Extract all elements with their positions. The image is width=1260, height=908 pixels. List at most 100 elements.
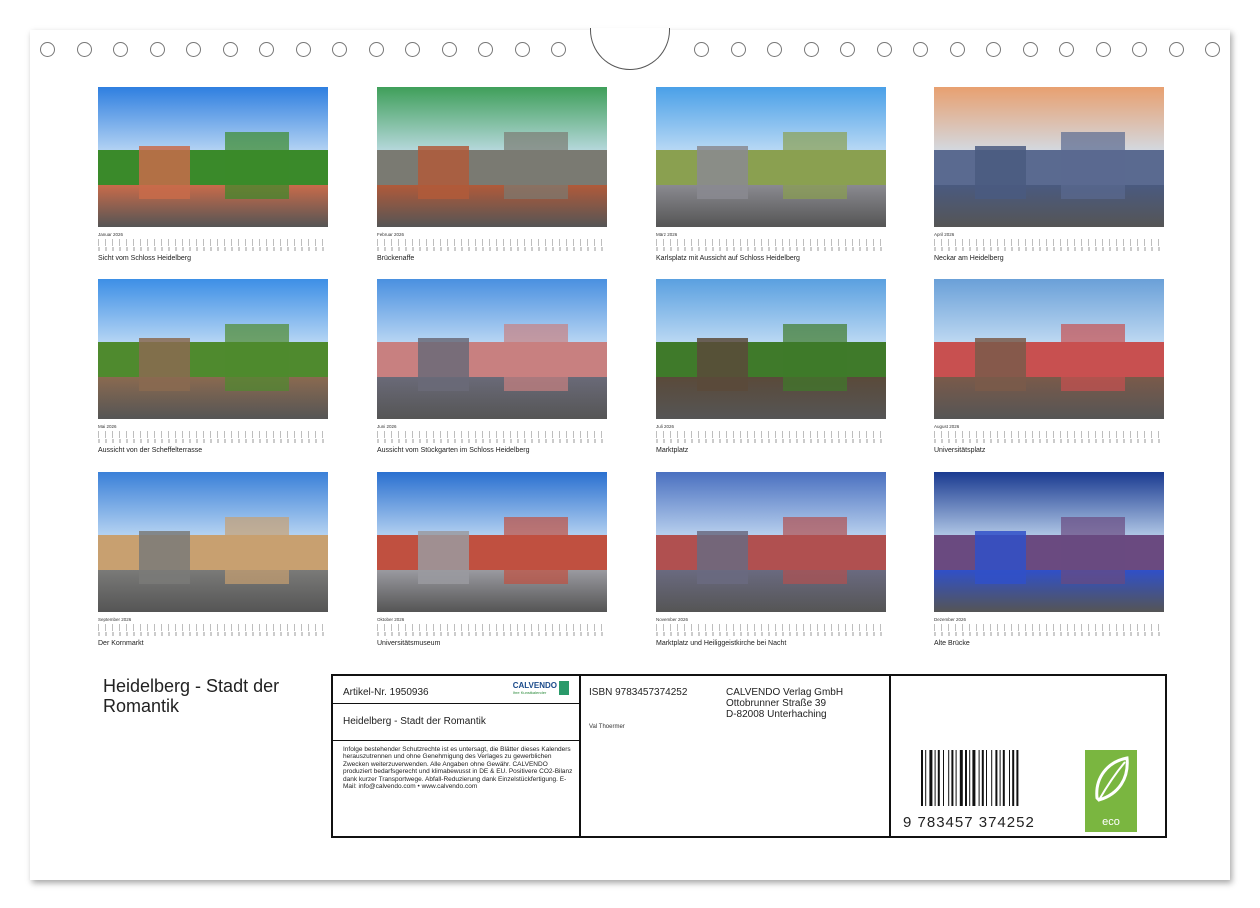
binding-ring [694,42,709,57]
binding-ring [551,42,566,57]
month-caption: Neckar am Heidelberg [934,255,1004,262]
month-caption: Universitätsplatz [934,447,986,454]
author: Val Thoermer [589,724,625,730]
calendar-dates [377,439,607,443]
month-label: Oktober 2026 [377,617,405,622]
month-tile: Juli 2026 Marktplatz [656,279,886,454]
month-photo [98,472,328,612]
calendar-dates [377,632,607,636]
month-caption: Aussicht von der Scheffelterrasse [98,447,203,454]
month-tile: März 2026 Karlsplatz mit Aussicht auf Sch… [656,87,886,262]
calendar-dates [656,632,886,636]
month-photo [98,279,328,419]
month-label: August 2026 [934,424,960,429]
month-caption: Universitätsmuseum [377,640,441,647]
info-column-middle: ISBN 9783457374252 CALVENDO Verlag GmbH … [579,676,891,836]
binding-ring [730,42,746,57]
binding-ring [1095,42,1111,57]
calendar-dates [98,439,328,443]
binding-ring [186,42,201,57]
publisher-address: CALVENDO Verlag GmbH Ottobrunner Straße … [726,687,844,720]
month-photo [656,87,886,227]
month-caption: Alte Brücke [934,640,970,647]
barcode-digits: 9 783457 374252 [903,814,1035,831]
month-photo [377,472,607,612]
binding-ring [368,42,384,57]
month-label: Februar 2026 [377,232,405,237]
month-caption: Karlsplatz mit Aussicht auf Schloss Heid… [656,255,800,262]
leaf-icon [1095,756,1129,802]
binding-ring [1059,42,1074,57]
month-caption: Sicht vom Schloss Heidelberg [98,255,191,262]
binding-ring [76,42,92,57]
binding-ring [259,42,274,57]
calendar-days [377,431,607,438]
binding-ring [1022,42,1038,57]
binding-ring [767,42,782,57]
binding-ring [986,42,1001,57]
month-tile: Januar 2026 Sicht vom Schloss Heidelberg [98,87,328,262]
binding-ring [514,42,530,57]
month-photo [98,87,328,227]
calendar-days [377,624,607,631]
month-photo [656,279,886,419]
calendar-days [656,431,886,438]
binding-ring [441,42,457,57]
barcode [921,750,1019,806]
month-tile: April 2026 Neckar am Heidelberg [934,87,1164,262]
month-photo [934,279,1164,419]
calendar-dates [934,247,1164,251]
binding-ring [913,42,928,57]
calendar-dates [98,247,328,251]
month-tile: September 2026 Der Kornmarkt [98,472,328,647]
month-tile: Dezember 2026 Alte Brücke [934,472,1164,647]
binding-ring [332,42,347,57]
month-photo [656,472,886,612]
calendar-days [934,624,1164,631]
calendar-dates [377,247,607,251]
binding-ring [840,42,855,57]
calendar-dates [934,439,1164,443]
binding-ring [113,42,128,57]
binding-ring [40,42,55,57]
binding-ring [876,42,892,57]
month-caption: Marktplatz [656,447,689,454]
binding-ring [295,42,311,57]
binding-ring [149,42,165,57]
month-label: November 2026 [656,617,689,622]
month-label: Mai 2026 [98,424,117,429]
month-tile: Mai 2026 Aussicht von der Scheffelterrass… [98,279,328,454]
month-label: Januar 2026 [98,232,124,237]
month-label: April 2026 [934,232,955,237]
month-label: März 2026 [656,232,678,237]
calendar-dates [934,632,1164,636]
calendar-days [98,239,328,246]
month-caption: Aussicht vom Stückgarten im Schloss Heid… [377,447,530,454]
month-label: Juli 2026 [656,424,675,429]
cover-title: Heidelberg - Stadt der Romantik [103,676,280,716]
month-photo [377,279,607,419]
calendar-days [656,624,886,631]
calendar-days [377,239,607,246]
month-label: Dezember 2026 [934,617,967,622]
info-column-left: Artikel-Nr. 1950936 CALVENDO Ihre Kunstka… [333,676,581,836]
binding-ring [803,42,819,57]
month-photo [934,87,1164,227]
spiral-binding [0,0,1260,70]
calendar-dates [656,247,886,251]
binding-ring [478,42,493,57]
binding-ring [1205,42,1220,57]
hanger-hook [590,28,670,70]
month-caption: Brückenaffe [377,255,415,262]
calendar-dates [98,632,328,636]
month-label: September 2026 [98,617,132,622]
month-photo [934,472,1164,612]
legal-text: Infolge bestehender Schutzrechte ist es … [343,746,573,791]
isbn: ISBN 9783457374252 [589,687,688,698]
binding-ring [949,42,965,57]
calendar-days [934,431,1164,438]
month-tile: Oktober 2026 Universitätsmuseum [377,472,607,647]
calendar-dates [656,439,886,443]
month-tile: Juni 2026 Aussicht vom Stückgarten im Sch… [377,279,607,454]
month-tile: August 2026 Universitätsplatz [934,279,1164,454]
